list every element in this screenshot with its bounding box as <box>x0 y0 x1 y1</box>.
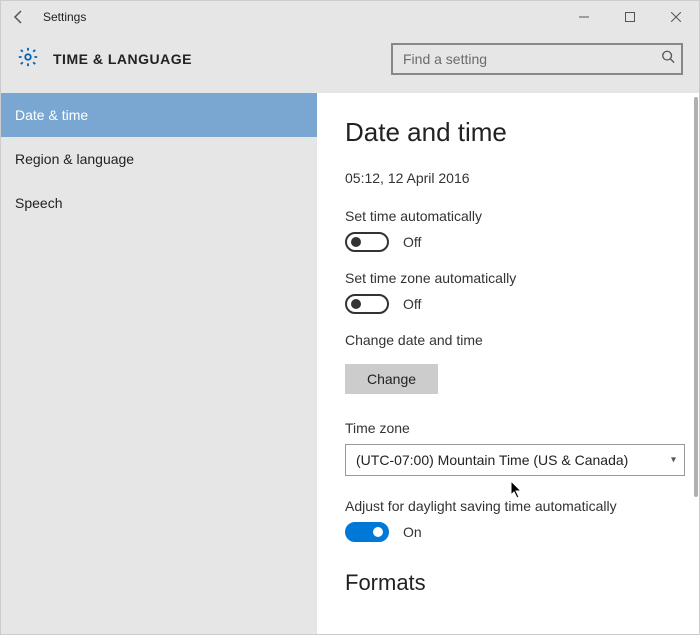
content: Date and time 05:12, 12 April 2016 Set t… <box>317 93 699 634</box>
toggle-knob <box>351 237 361 247</box>
window-controls <box>561 1 699 33</box>
label-timezone: Time zone <box>345 420 671 436</box>
label-set-tz-auto: Set time zone automatically <box>345 270 671 286</box>
body: Date & time Region & language Speech Dat… <box>1 93 699 634</box>
change-button[interactable]: Change <box>345 364 438 394</box>
sidebar-item-label: Speech <box>15 195 62 211</box>
chevron-down-icon: ▾ <box>671 455 676 466</box>
back-button[interactable] <box>7 5 31 29</box>
toggle-knob <box>351 299 361 309</box>
maximize-icon <box>625 12 635 22</box>
sidebar: Date & time Region & language Speech <box>1 93 317 634</box>
heading-date-time: Date and time <box>345 117 671 148</box>
current-datetime: 05:12, 12 April 2016 <box>345 170 671 186</box>
search-input[interactable] <box>391 43 683 75</box>
sidebar-item-speech[interactable]: Speech <box>1 181 317 225</box>
page-title: TIME & LANGUAGE <box>53 51 192 67</box>
toggle-state-set-time-auto: Off <box>403 234 421 250</box>
settings-window: Settings TIME & LANGUAGE Date & time Reg… <box>0 0 700 635</box>
minimize-icon <box>579 12 589 22</box>
header: TIME & LANGUAGE <box>1 33 699 93</box>
content-wrap: Date and time 05:12, 12 April 2016 Set t… <box>317 93 699 634</box>
timezone-dropdown[interactable]: (UTC-07:00) Mountain Time (US & Canada) … <box>345 444 685 476</box>
toggle-set-time-auto[interactable] <box>345 232 389 252</box>
minimize-button[interactable] <box>561 1 607 33</box>
search-box <box>391 43 683 75</box>
toggle-dst[interactable] <box>345 522 389 542</box>
gear-icon <box>17 46 39 73</box>
back-arrow-icon <box>11 9 27 25</box>
close-button[interactable] <box>653 1 699 33</box>
maximize-button[interactable] <box>607 1 653 33</box>
sidebar-item-label: Region & language <box>15 151 134 167</box>
sidebar-item-region-language[interactable]: Region & language <box>1 137 317 181</box>
sidebar-item-date-time[interactable]: Date & time <box>1 93 317 137</box>
toggle-state-set-tz-auto: Off <box>403 296 421 312</box>
label-set-time-auto: Set time automatically <box>345 208 671 224</box>
timezone-value: (UTC-07:00) Mountain Time (US & Canada) <box>356 452 628 468</box>
heading-formats: Formats <box>345 570 671 596</box>
toggle-state-dst: On <box>403 524 422 540</box>
sidebar-item-label: Date & time <box>15 107 88 123</box>
window-title: Settings <box>43 10 86 24</box>
label-change-dt: Change date and time <box>345 332 671 348</box>
close-icon <box>671 12 681 22</box>
toggle-set-tz-auto[interactable] <box>345 294 389 314</box>
toggle-knob <box>373 527 383 537</box>
search-icon <box>661 50 675 69</box>
label-dst: Adjust for daylight saving time automati… <box>345 498 671 514</box>
titlebar: Settings <box>1 1 699 33</box>
